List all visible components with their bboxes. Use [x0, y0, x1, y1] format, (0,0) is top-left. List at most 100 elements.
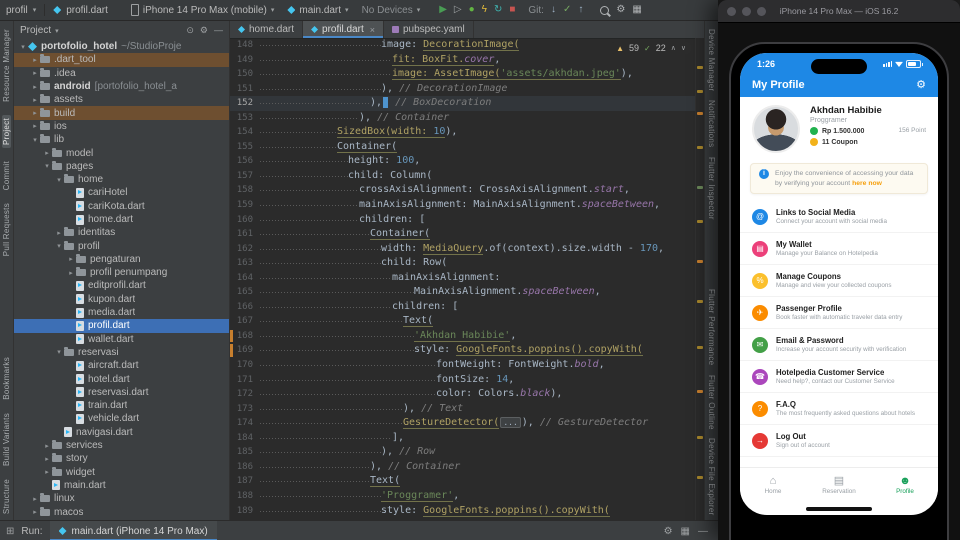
tree-chevron-icon[interactable]: ▾	[30, 136, 40, 144]
code-line-187[interactable]: 187 Text(	[230, 474, 696, 489]
home-indicator[interactable]	[806, 507, 872, 511]
editor-tab-profil-dart[interactable]: profil.dart ×	[303, 21, 384, 38]
tree-item-build[interactable]: ▸ build	[14, 106, 229, 120]
code-line-156[interactable]: 156 height: 100,	[230, 154, 696, 169]
hide-icon[interactable]: —	[214, 25, 223, 36]
code-line-173[interactable]: 173), // Text	[230, 401, 696, 417]
code-line-153[interactable]: 153), // Container	[230, 110, 696, 126]
hot-restart-icon[interactable]: ↻	[494, 5, 502, 15]
git-push-icon[interactable]: ↑	[578, 5, 583, 15]
code-line-157[interactable]: 157 child: Column(	[230, 168, 696, 184]
project-menu[interactable]: profil	[6, 5, 28, 16]
tree-chevron-icon[interactable]: ▸	[66, 269, 76, 277]
zoom-window-icon[interactable]	[757, 6, 766, 16]
tree-item-aircraft-dart[interactable]: aircraft.dart	[14, 359, 229, 372]
tree-chevron-icon[interactable]: ▾	[18, 43, 28, 51]
code-line-171[interactable]: 171 fontSize: 14,	[230, 372, 696, 388]
menu-item-manage-coupons[interactable]: % Manage Coupons Manage and view your coll…	[740, 265, 938, 298]
tree-item-story[interactable]: ▸ story	[14, 452, 229, 465]
code-line-165[interactable]: 165 MainAxisAlignment.spaceBetween,	[230, 285, 696, 300]
next-issue-icon[interactable]: ∨	[681, 44, 686, 52]
toolstrip-commit[interactable]: Commit	[2, 161, 11, 190]
toolstrip-device-file-explorer[interactable]: Device File Explorer	[707, 438, 716, 516]
coupon-row[interactable]: 11 Coupon	[810, 138, 926, 146]
locate-icon[interactable]: ⊙	[186, 25, 194, 36]
code-line-166[interactable]: 166 children: [	[230, 299, 696, 315]
tree-chevron-icon[interactable]: ▸	[42, 442, 52, 450]
tab-profile[interactable]: ☻ Profile	[872, 468, 938, 502]
tree-chevron-icon[interactable]: ▸	[30, 69, 40, 77]
hot-reload-icon[interactable]: ϟ	[482, 5, 487, 15]
tree-item-reservasi[interactable]: ▾ reservasi	[14, 346, 229, 359]
run-config-selector[interactable]: main.dart ▾	[283, 4, 352, 17]
code-line-188[interactable]: 188 'Proggramer',	[230, 488, 696, 504]
code-line-149[interactable]: 149 fit: BoxFit.cover,	[230, 52, 696, 68]
settings-icon[interactable]: ⚙	[200, 25, 208, 36]
toolstrip-bookmarks[interactable]: Bookmarks	[2, 357, 11, 400]
tree-item-wallet-dart[interactable]: wallet.dart	[14, 333, 229, 346]
tree-item-media-dart[interactable]: media.dart	[14, 306, 229, 319]
minimize-window-icon[interactable]	[742, 6, 751, 16]
menu-item-email-password[interactable]: ✉ Email & Password Increase your account s…	[740, 329, 938, 362]
inspections-widget[interactable]: ▲ 59 ✓ 22 ∧ ∨	[611, 42, 691, 54]
close-window-icon[interactable]	[727, 6, 736, 16]
toolstrip-pull-requests[interactable]: Pull Requests	[2, 203, 11, 256]
toolstrip-device-manager[interactable]: Device Manager	[707, 29, 716, 91]
toolstrip-resource-manager[interactable]: Resource Manager	[2, 29, 11, 102]
tree-item-dart-tool[interactable]: ▸ .dart_tool	[14, 53, 229, 67]
tree-item-pages[interactable]: ▾ pages	[14, 160, 229, 173]
tree-item-pengaturan[interactable]: ▸ pengaturan	[14, 253, 229, 266]
tree-item-home-dart[interactable]: home.dart	[14, 213, 229, 226]
tree-item-assets[interactable]: ▸ assets	[14, 93, 229, 106]
tree-item-services[interactable]: ▸ services	[14, 439, 229, 452]
tree-chevron-icon[interactable]: ▸	[30, 56, 40, 64]
tree-item-model[interactable]: ▸ model	[14, 146, 229, 159]
tree-item-macos[interactable]: ▸ macos	[14, 505, 229, 518]
tree-chevron-icon[interactable]: ▸	[54, 229, 64, 237]
tree-item-android[interactable]: ▸ android [portofolio_hotel_a	[14, 80, 229, 93]
toolstrip-project[interactable]: Project	[2, 114, 11, 148]
tree-chevron-icon[interactable]: ▸	[30, 109, 40, 117]
tree-item-carihotel[interactable]: cariHotel	[14, 186, 229, 199]
code-line-167[interactable]: 167 Text(	[230, 314, 696, 329]
toolwindows-icon[interactable]: ⊞	[6, 526, 14, 537]
tree-chevron-icon[interactable]: ▸	[30, 508, 40, 516]
settings-icon[interactable]: ⚙	[664, 526, 673, 537]
stop-icon[interactable]: ■	[509, 5, 515, 15]
tree-chevron-icon[interactable]: ▾	[54, 242, 64, 250]
toolstrip-notifications[interactable]: Notifications	[707, 100, 716, 147]
prev-issue-icon[interactable]: ∧	[671, 44, 676, 52]
tree-item-kupon-dart[interactable]: kupon.dart	[14, 293, 229, 306]
code-line-170[interactable]: 170 fontWeight: FontWeight.bold,	[230, 358, 696, 373]
profiler-icon[interactable]: ▷	[454, 5, 462, 15]
code-line-163[interactable]: 163 child: Row(	[230, 256, 696, 271]
tree-item-carikota-dart[interactable]: cariKota.dart	[14, 200, 229, 213]
tree-item-linux[interactable]: ▸ linux	[14, 492, 229, 505]
tree-item-reservasi-dart[interactable]: reservasi.dart	[14, 386, 229, 399]
toolstrip-flutter-inspector[interactable]: Flutter Inspector	[707, 157, 716, 220]
tree-chevron-icon[interactable]: ▾	[42, 162, 52, 170]
code-line-169[interactable]: 169 style: GoogleFonts.poppins().copyWith…	[230, 343, 696, 358]
tree-item-identitas[interactable]: ▸ identitas	[14, 226, 229, 239]
device-selector[interactable]: iPhone 14 Pro Max (mobile) ▾	[127, 3, 278, 17]
layout-icon[interactable]: ▦	[632, 5, 641, 15]
close-icon[interactable]: ×	[370, 25, 375, 35]
hide-icon[interactable]: —	[698, 526, 708, 537]
settings-icon[interactable]: ⚙	[616, 5, 625, 15]
code-line-189[interactable]: 189 style: GoogleFonts.poppins().copyWith…	[230, 503, 696, 519]
layout-icon[interactable]: ▦	[681, 526, 690, 537]
menu-item-log-out[interactable]: → Log Out Sign out of account	[740, 425, 938, 458]
tree-item-profil[interactable]: ▾ profil	[14, 239, 229, 252]
code-line-152[interactable]: 152), // BoxDecoration	[230, 96, 696, 111]
code-line-160[interactable]: 160 children: [	[230, 212, 696, 228]
tab-home[interactable]: ⌂ Home	[740, 468, 806, 502]
tree-item-idea[interactable]: ▸ .idea	[14, 67, 229, 80]
editor-tab-pubspec-yaml[interactable]: pubspec.yaml	[384, 21, 474, 38]
tree-item-widget[interactable]: ▸ widget	[14, 466, 229, 479]
toolstrip-build-variants[interactable]: Build Variants	[2, 413, 11, 466]
tree-item-editprofil-dart[interactable]: editprofil.dart	[14, 279, 229, 292]
tree-item-profil-dart[interactable]: profil.dart	[14, 319, 229, 333]
tree-item-home[interactable]: ▾ home	[14, 173, 229, 186]
tree-item-train-dart[interactable]: train.dart	[14, 399, 229, 412]
banner-link[interactable]: here now	[852, 180, 882, 187]
